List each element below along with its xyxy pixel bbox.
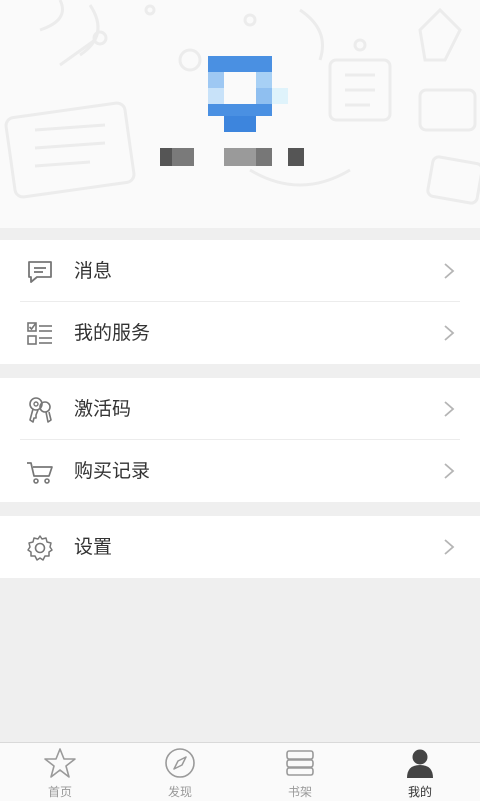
menu-item-activation-code[interactable]: 激活码 xyxy=(0,378,480,440)
tab-label: 首页 xyxy=(47,785,72,799)
menu-group-3: 设置 xyxy=(0,516,480,578)
user-icon xyxy=(407,749,433,778)
chevron-right-icon xyxy=(444,263,455,279)
gear-icon xyxy=(27,535,53,561)
tab-label: 书架 xyxy=(287,785,312,799)
menu-item-messages[interactable]: 消息 xyxy=(0,240,480,302)
keys-icon xyxy=(29,397,52,423)
chevron-right-icon xyxy=(444,539,455,555)
chevron-right-icon xyxy=(444,401,455,417)
star-icon xyxy=(44,748,76,778)
tab-home[interactable]: 首页 xyxy=(0,743,120,801)
avatar[interactable] xyxy=(208,56,288,136)
compass-icon xyxy=(165,748,195,778)
cart-icon xyxy=(27,462,53,484)
menu-item-label: 设置 xyxy=(74,536,113,558)
menu-group-2: 激活码 购买记录 xyxy=(0,378,480,502)
tab-label: 发现 xyxy=(167,785,192,799)
username-mask xyxy=(160,148,310,166)
profile-header xyxy=(0,0,480,228)
menu-item-settings[interactable]: 设置 xyxy=(0,516,480,578)
menu-item-label: 我的服务 xyxy=(74,322,151,344)
bottom-tab-bar: 首页 发现 书架 我的 xyxy=(0,742,480,801)
tab-bookshelf[interactable]: 书架 xyxy=(240,743,360,801)
bookshelf-icon xyxy=(286,750,314,776)
tab-label: 我的 xyxy=(407,785,432,799)
menu-item-label: 激活码 xyxy=(74,398,132,420)
menu-group-1: 消息 我的服务 xyxy=(0,240,480,364)
menu-item-my-services[interactable]: 我的服务 xyxy=(0,302,480,364)
chevron-right-icon xyxy=(444,325,455,341)
tab-discover[interactable]: 发现 xyxy=(120,743,240,801)
menu-item-label: 购买记录 xyxy=(74,460,151,482)
chevron-right-icon xyxy=(444,463,455,479)
menu-item-purchase-history[interactable]: 购买记录 xyxy=(0,440,480,502)
service-list-icon xyxy=(27,322,52,345)
message-icon xyxy=(28,261,52,283)
tab-mine[interactable]: 我的 xyxy=(360,743,480,801)
menu-item-label: 消息 xyxy=(74,260,113,282)
